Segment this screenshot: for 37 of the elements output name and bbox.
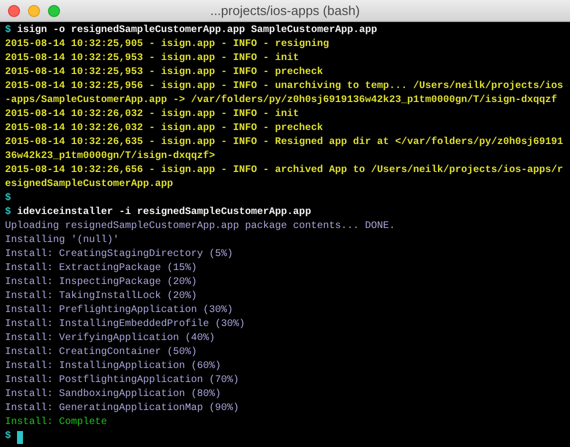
output-line: Install: VerifyingApplication (40%) bbox=[5, 332, 216, 346]
prompt-symbol: $ bbox=[5, 430, 12, 444]
output-line: Installing '(null)' bbox=[5, 234, 120, 248]
output-line: Install: TakingInstallLock (20%) bbox=[5, 290, 198, 304]
output-line: 2015-08-14 10:32:26,635 - isign.app - INFO - Resigned app dir at </var/folders/py/z0h0sj69191 bbox=[5, 136, 564, 150]
output-line: Install: PostflightingApplication (70%) bbox=[5, 374, 240, 388]
prompt-symbol: $ bbox=[5, 206, 12, 220]
prompt-symbol: $ bbox=[5, 192, 12, 206]
output-line: 2015-08-14 10:32:25,953 - isign.app - INFO - init bbox=[5, 52, 300, 66]
window-title: ...projects/ios-apps (bash) bbox=[210, 2, 360, 20]
command-text: ideviceinstaller -i resignedSampleCustomerApp.app bbox=[17, 206, 312, 220]
output-line: Install: Complete bbox=[5, 416, 108, 430]
output-line: 2015-08-14 10:32:26,032 - isign.app - INFO - precheck bbox=[5, 122, 324, 136]
output-line: -apps/SampleCustomerApp.app -> /var/folders/py/z0h0sj6919136w42k23_p1tm0000gn/T/isign-dxqqzf bbox=[5, 94, 558, 108]
output-line: Install: InstallingApplication (60%) bbox=[5, 360, 222, 374]
output-line: Install: InstallingEmbeddedProfile (30%) bbox=[5, 318, 246, 332]
output-line: Install: CreatingContainer (50%) bbox=[5, 346, 198, 360]
command-text: isign -o resignedSampleCustomerApp.app SampleCustomerApp.app bbox=[17, 24, 378, 38]
output-line: Install: CreatingStagingDirectory (5%) bbox=[5, 248, 234, 262]
output-line: 2015-08-14 10:32:26,656 - isign.app - INFO - archived App to /Users/neilk/projects/ios-apps/r bbox=[5, 164, 564, 178]
output-line: Install: PreflightingApplication (30%) bbox=[5, 304, 234, 318]
close-button[interactable] bbox=[8, 5, 20, 17]
output-line: 36w42k23_p1tm0000gn/T/isign-dxqqzf> bbox=[5, 150, 216, 164]
text-cursor bbox=[17, 430, 24, 444]
output-line: 2015-08-14 10:32:25,956 - isign.app - INFO - unarchiving to temp... /Users/neilk/projects/ios bbox=[5, 80, 564, 94]
output-line: 2015-08-14 10:32:26,032 - isign.app - INFO - init bbox=[5, 108, 300, 122]
output-line: Install: InspectingPackage (20%) bbox=[5, 276, 198, 290]
output-line: Install: ExtractingPackage (15%) bbox=[5, 262, 198, 276]
output-line: 2015-08-14 10:32:25,905 - isign.app - INFO - resigning bbox=[5, 38, 330, 52]
output-line: Uploading resignedSampleCustomerApp.app package contents... DONE. bbox=[5, 220, 396, 234]
output-line: 2015-08-14 10:32:25,953 - isign.app - INFO - precheck bbox=[5, 66, 324, 80]
output-line: Install: GeneratingApplicationMap (90%) bbox=[5, 402, 240, 416]
output-line: esignedSampleCustomerApp.app bbox=[5, 178, 174, 192]
minimize-button[interactable] bbox=[28, 5, 40, 17]
zoom-button[interactable] bbox=[48, 5, 60, 17]
output-line: Install: SandboxingApplication (80%) bbox=[5, 388, 222, 402]
prompt-symbol: $ bbox=[5, 24, 12, 38]
